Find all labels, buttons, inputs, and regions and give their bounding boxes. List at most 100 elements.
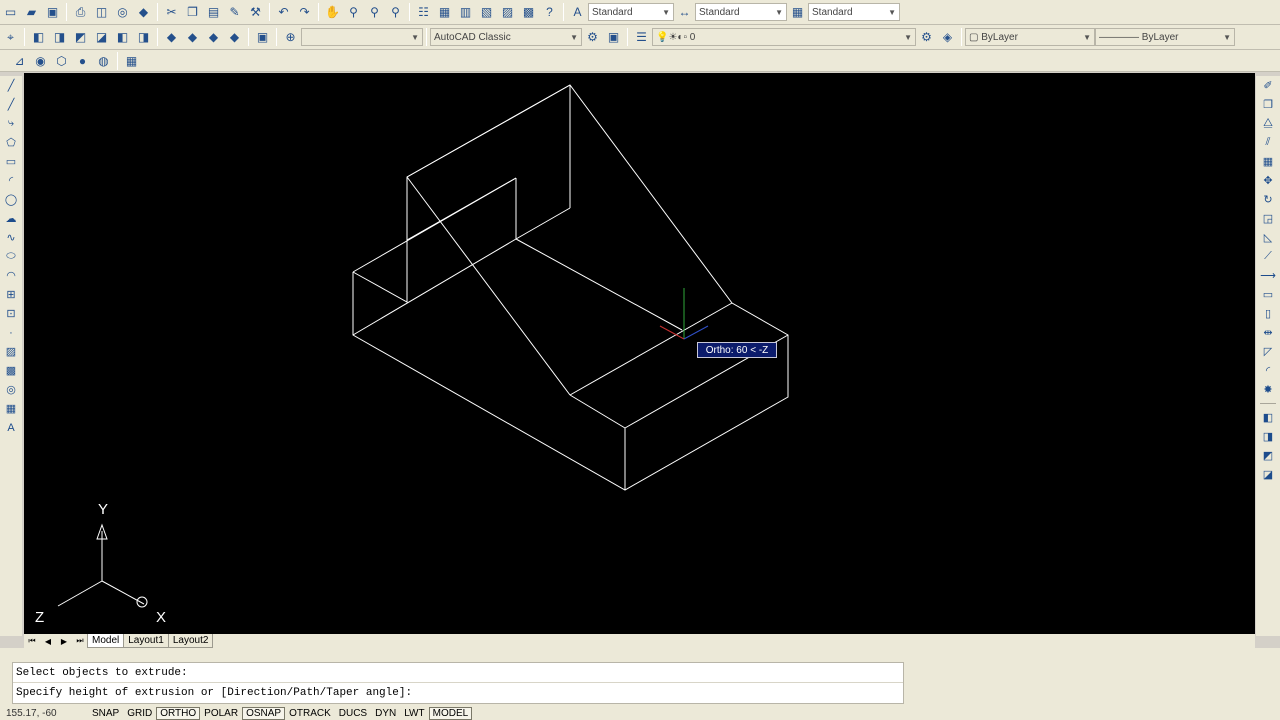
- markup-icon[interactable]: ▨: [498, 3, 517, 22]
- ducs-toggle[interactable]: DUCS: [335, 707, 371, 720]
- calculator-icon[interactable]: ▩: [519, 3, 538, 22]
- draw-order-back-icon[interactable]: ◨: [1259, 427, 1277, 446]
- region-icon[interactable]: ◎: [2, 380, 20, 399]
- insert-block-icon[interactable]: ⊞: [2, 285, 20, 304]
- viewports-icon[interactable]: ▦: [122, 51, 141, 70]
- publish-icon[interactable]: ◎: [113, 3, 132, 22]
- rotate-icon[interactable]: ↻: [1259, 190, 1277, 209]
- hatch-icon[interactable]: ▨: [2, 342, 20, 361]
- polygon-icon[interactable]: ⬠: [2, 133, 20, 152]
- block-editor-icon[interactable]: ⚒: [246, 3, 265, 22]
- polar-toggle[interactable]: POLAR: [200, 707, 242, 720]
- move-icon[interactable]: ✥: [1259, 171, 1277, 190]
- next-tab-icon[interactable]: ▶: [56, 634, 72, 648]
- erase-icon[interactable]: ✐: [1259, 76, 1277, 95]
- explode-icon[interactable]: ✸: [1259, 380, 1277, 399]
- chamfer-icon[interactable]: ◸: [1259, 342, 1277, 361]
- make-layer-current-icon[interactable]: ⚙: [917, 28, 936, 47]
- polyline-icon[interactable]: ⤷: [2, 114, 20, 133]
- circle-icon[interactable]: ◯: [2, 190, 20, 209]
- command-prompt[interactable]: Specify height of extrusion or [Directio…: [13, 683, 903, 703]
- zoom-realtime-icon[interactable]: ⚲: [344, 3, 363, 22]
- rectangle-icon[interactable]: ▭: [2, 152, 20, 171]
- first-tab-icon[interactable]: ⏮: [24, 634, 40, 648]
- save-icon[interactable]: ▣: [43, 3, 62, 22]
- new-icon[interactable]: ▭: [1, 3, 20, 22]
- gradient-icon[interactable]: ▩: [2, 361, 20, 380]
- undo-icon[interactable]: ↶: [274, 3, 293, 22]
- sheet-set-icon[interactable]: ▧: [477, 3, 496, 22]
- plot-icon[interactable]: ⎙: [71, 3, 90, 22]
- prev-tab-icon[interactable]: ◀: [40, 634, 56, 648]
- linetype-select[interactable]: ———— ByLayer ▼: [1095, 28, 1235, 46]
- tool-palettes-icon[interactable]: ▥: [456, 3, 475, 22]
- text-style-select[interactable]: Standard ▼: [588, 3, 674, 21]
- copy-object-icon[interactable]: ❐: [1259, 95, 1277, 114]
- snap-toggle[interactable]: SNAP: [88, 707, 123, 720]
- layer-previous-icon[interactable]: ◈: [938, 28, 957, 47]
- fillet-icon[interactable]: ◜: [1259, 361, 1277, 380]
- extend-icon[interactable]: ⟶: [1259, 266, 1277, 285]
- workspace-select[interactable]: AutoCAD Classic ▼: [430, 28, 582, 46]
- pan-icon[interactable]: ✋: [323, 3, 342, 22]
- ellipse-icon[interactable]: ⬭: [2, 247, 20, 266]
- 3d-dwf-icon[interactable]: ◆: [134, 3, 153, 22]
- send-under-icon[interactable]: ◪: [1259, 465, 1277, 484]
- arc-icon[interactable]: ◜: [2, 171, 20, 190]
- break-at-point-icon[interactable]: ▭: [1259, 285, 1277, 304]
- right-view-icon[interactable]: ◪: [92, 28, 111, 47]
- se-iso-icon[interactable]: ◆: [183, 28, 202, 47]
- last-tab-icon[interactable]: ⏭: [72, 634, 88, 648]
- 3d-orbit-icon[interactable]: ◉: [31, 51, 50, 70]
- tab-model[interactable]: Model: [87, 634, 125, 648]
- render-icon[interactable]: ◍: [94, 51, 113, 70]
- help-icon[interactable]: ?: [540, 3, 559, 22]
- coordinate-display[interactable]: 155.17, -60: [0, 708, 88, 719]
- offset-icon[interactable]: ⫽: [1259, 133, 1277, 152]
- ellipse-arc-icon[interactable]: ◠: [2, 266, 20, 285]
- model-toggle[interactable]: MODEL: [428, 706, 473, 720]
- tab-layout2[interactable]: Layout2: [167, 634, 214, 648]
- dim-style-select[interactable]: Standard ▼: [695, 3, 787, 21]
- nw-iso-icon[interactable]: ◆: [225, 28, 244, 47]
- back-view-icon[interactable]: ◨: [134, 28, 153, 47]
- command-text-area[interactable]: Select objects to extrude: Specify heigh…: [12, 662, 904, 704]
- multiline-text-icon[interactable]: A: [2, 418, 20, 437]
- mirror-icon[interactable]: ⧋: [1259, 114, 1277, 133]
- draw-order-front-icon[interactable]: ◧: [1259, 408, 1277, 427]
- cut-icon[interactable]: ✂: [162, 3, 181, 22]
- construction-line-icon[interactable]: ╱: [2, 95, 20, 114]
- line-icon[interactable]: ╱: [2, 76, 20, 95]
- drawing-canvas[interactable]: Y X Z: [24, 73, 1255, 634]
- redo-icon[interactable]: ↷: [295, 3, 314, 22]
- table-icon[interactable]: ▦: [2, 399, 20, 418]
- stretch-icon[interactable]: ◺: [1259, 228, 1277, 247]
- lwt-toggle[interactable]: LWT: [400, 707, 428, 720]
- open-icon[interactable]: ▰: [22, 3, 41, 22]
- table-style-select[interactable]: Standard ▼: [808, 3, 900, 21]
- bring-above-icon[interactable]: ◩: [1259, 446, 1277, 465]
- sw-iso-icon[interactable]: ◆: [162, 28, 181, 47]
- match-properties-icon[interactable]: ✎: [225, 3, 244, 22]
- left-view-icon[interactable]: ◩: [71, 28, 90, 47]
- join-icon[interactable]: ⇹: [1259, 323, 1277, 342]
- spline-icon[interactable]: ∿: [2, 228, 20, 247]
- design-center-icon[interactable]: ▦: [435, 3, 454, 22]
- sphere-icon[interactable]: ●: [73, 51, 92, 70]
- point-icon[interactable]: ·: [2, 323, 20, 342]
- color-select[interactable]: ▢ ByLayer ▼: [965, 28, 1095, 46]
- workspace-gear-icon[interactable]: ⚙: [583, 28, 602, 47]
- front-view-icon[interactable]: ◧: [113, 28, 132, 47]
- ne-iso-icon[interactable]: ◆: [204, 28, 223, 47]
- top-view-icon[interactable]: ◧: [29, 28, 48, 47]
- grid-toggle[interactable]: GRID: [123, 707, 156, 720]
- scale-icon[interactable]: ◲: [1259, 209, 1277, 228]
- copy-icon[interactable]: ❐: [183, 3, 202, 22]
- bottom-view-icon[interactable]: ◨: [50, 28, 69, 47]
- layer-properties-icon[interactable]: ☰: [632, 28, 651, 47]
- view-select[interactable]: ▼: [301, 28, 423, 46]
- camera-icon[interactable]: ▣: [253, 28, 272, 47]
- tab-layout1[interactable]: Layout1: [123, 634, 169, 648]
- zoom-window-icon[interactable]: ⚲: [365, 3, 384, 22]
- ucs-icon[interactable]: ⌖: [1, 28, 20, 47]
